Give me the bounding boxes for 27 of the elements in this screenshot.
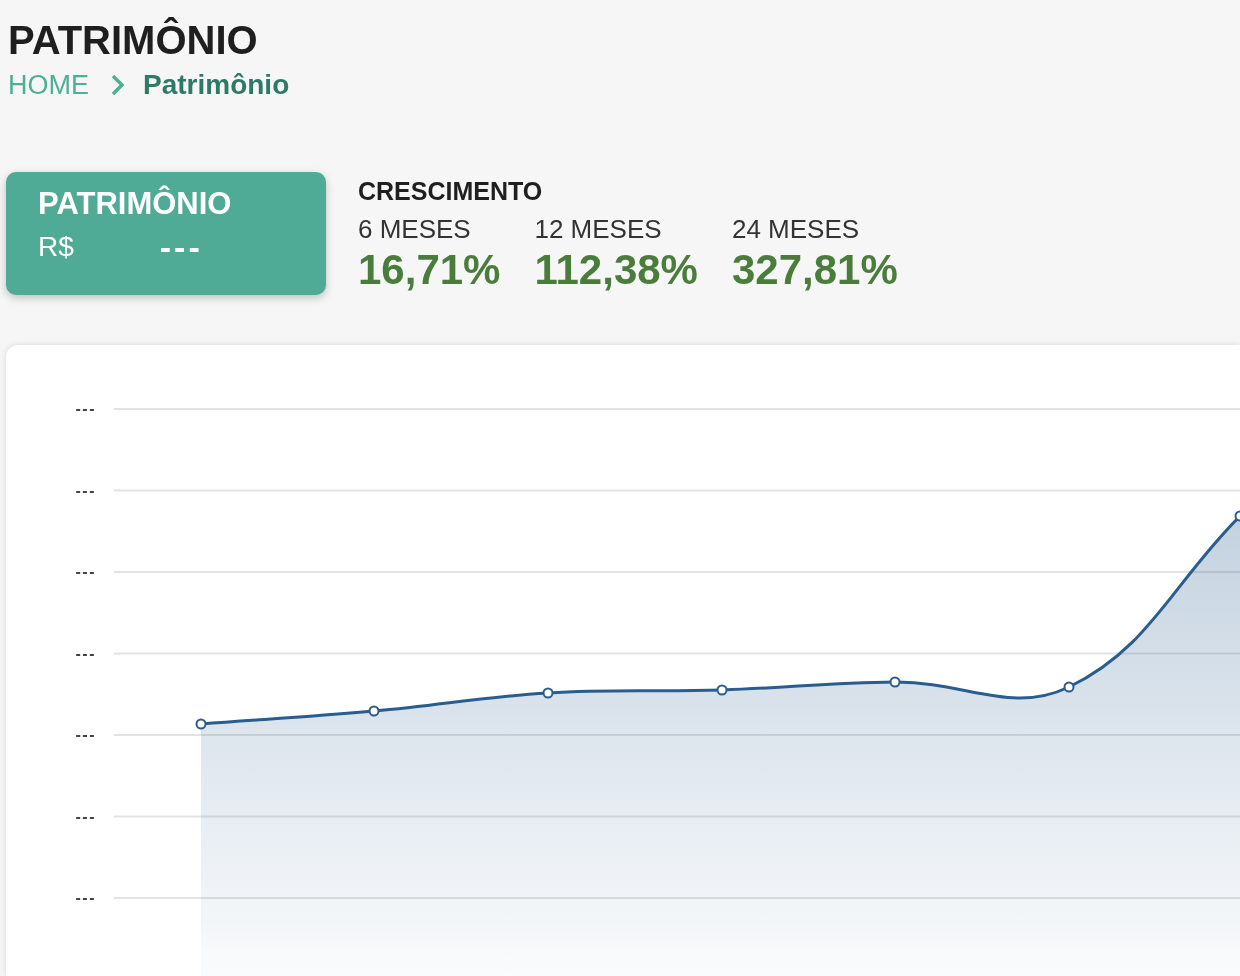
chart-point (542, 687, 554, 699)
chart-point (195, 718, 207, 730)
y-axis-label: --- (75, 644, 96, 662)
chart-point (1063, 681, 1075, 693)
y-axis-label: --- (75, 563, 96, 580)
chart-point (889, 676, 901, 688)
period-label: 24 MESES (731, 214, 860, 244)
y-axis-label: --- (75, 807, 96, 825)
growth-value: 327,81% (731, 247, 898, 293)
growth-title: CRESCIMENTO (358, 176, 543, 206)
growth-value: 112,38% (534, 247, 698, 293)
card-title: PATRIMÔNIO (38, 186, 232, 222)
period-label: 12 MESES (534, 214, 662, 244)
growth-value: 16,71% (358, 247, 501, 293)
breadcrumb-current: Patrimônio (143, 69, 290, 101)
chart-point (368, 705, 380, 717)
net-worth-value: --- (159, 230, 203, 264)
breadcrumb-link[interactable]: HOME (8, 69, 89, 101)
y-axis-label: --- (75, 400, 96, 417)
chevron-right-icon (111, 74, 125, 96)
chart-point (716, 684, 728, 696)
currency-label: R$ (38, 230, 74, 264)
period-label: 6 MESES (358, 214, 471, 244)
y-axis-label: --- (75, 889, 96, 906)
y-axis-label: --- (75, 481, 96, 499)
page-title: PATRIMÔNIO (8, 16, 258, 64)
y-axis-label: --- (75, 726, 96, 743)
